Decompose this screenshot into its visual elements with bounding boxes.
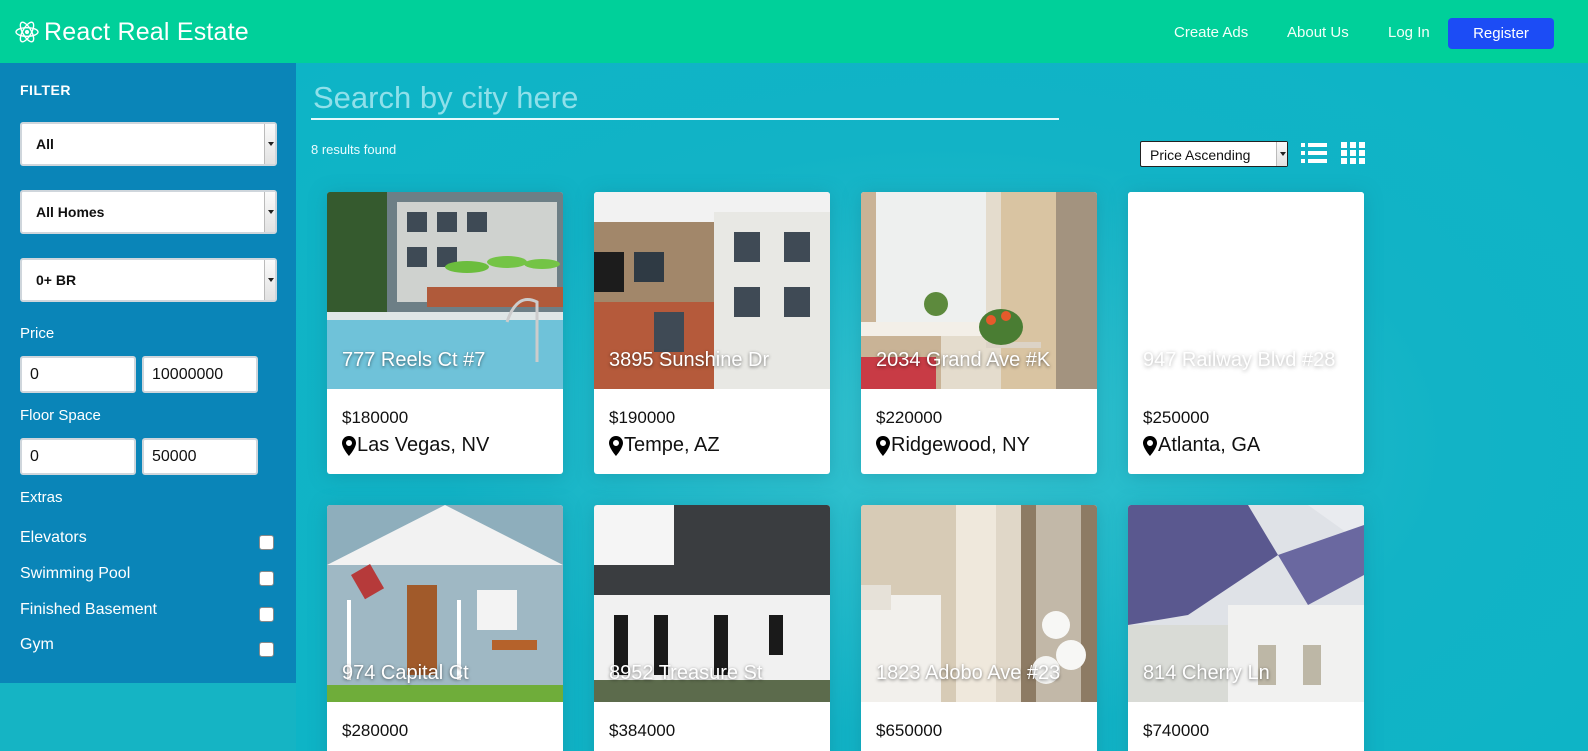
- sort-select-value: Price Ascending: [1150, 147, 1251, 163]
- price-label: Price: [20, 325, 55, 342]
- brand-title: React Real Estate: [44, 17, 249, 46]
- finished-basement-checkbox[interactable]: [259, 607, 274, 622]
- listing-card[interactable]: 2034 Grand Ave #K $220000 Ridgewood, NY: [861, 192, 1097, 474]
- floor-max-input[interactable]: 50000: [142, 438, 258, 475]
- listing-location-text: Ridgewood, NY: [891, 434, 1030, 456]
- listing-address: 2034 Grand Ave #K: [876, 349, 1051, 371]
- dropdown-arrow-icon: [264, 260, 275, 300]
- extras-label: Extras: [20, 489, 63, 506]
- listing-address: 1823 Adobo Ave #23: [876, 662, 1061, 684]
- dropdown-arrow-icon: [264, 192, 275, 232]
- nav-create-ads[interactable]: Create Ads: [1174, 24, 1248, 41]
- react-logo-icon: [15, 21, 39, 43]
- swimming-pool-checkbox[interactable]: [259, 571, 274, 586]
- listing-location: Atlanta, GA: [1143, 434, 1260, 457]
- listing-card[interactable]: 974 Capital Ct $280000: [327, 505, 563, 751]
- city-search-input[interactable]: Search by city here: [311, 80, 1059, 120]
- listing-address: 947 Railway Blvd #28: [1143, 349, 1336, 371]
- map-marker-icon: [876, 435, 890, 456]
- list-view-icon[interactable]: [1301, 141, 1327, 165]
- bedrooms-select[interactable]: 0+ BR: [20, 258, 277, 302]
- sort-select[interactable]: Price Ascending: [1140, 141, 1288, 167]
- listing-price: $250000: [1143, 408, 1210, 427]
- listing-card[interactable]: 3895 Sunshine Dr $190000 Tempe, AZ: [594, 192, 830, 474]
- listing-card[interactable]: 947 Railway Blvd #28 $250000 Atlanta, GA: [1128, 192, 1364, 474]
- map-marker-icon: [609, 435, 623, 456]
- listing-address: 974 Capital Ct: [342, 662, 469, 684]
- listing-address: 8952 Treasure St: [609, 662, 763, 684]
- extra-elevators-row: Elevators: [20, 529, 274, 553]
- home-type-select-value: All Homes: [36, 204, 105, 220]
- listing-address: 777 Reels Ct #7: [342, 349, 486, 371]
- listing-location: Ridgewood, NY: [876, 434, 1030, 457]
- brand[interactable]: React Real Estate: [14, 16, 249, 48]
- filter-sidebar: FILTER All All Homes 0+ BR Price 0 10000…: [0, 63, 296, 683]
- nav-log-in[interactable]: Log In: [1388, 24, 1430, 41]
- listing-price: $384000: [609, 721, 676, 740]
- grid-view-icon[interactable]: [1340, 141, 1366, 165]
- nav-about-us[interactable]: About Us: [1287, 24, 1349, 41]
- listing-card[interactable]: 814 Cherry Ln $740000: [1128, 505, 1364, 751]
- listing-card[interactable]: 8952 Treasure St $384000: [594, 505, 830, 751]
- listing-price: $650000: [876, 721, 943, 740]
- map-marker-icon: [1143, 435, 1157, 456]
- extra-label: Elevators: [20, 529, 87, 546]
- gym-checkbox[interactable]: [259, 642, 274, 657]
- top-navbar: React Real Estate Create Ads About Us Lo…: [0, 0, 1588, 63]
- floor-space-label: Floor Space: [20, 407, 101, 424]
- type-select-value: All: [36, 136, 54, 152]
- price-max-input[interactable]: 10000000: [142, 356, 258, 393]
- extra-finished-basement-row: Finished Basement: [20, 601, 274, 625]
- listing-price: $190000: [609, 408, 676, 427]
- results-count: 8 results found: [311, 142, 397, 157]
- filter-title: FILTER: [20, 82, 71, 98]
- listing-price: $220000: [876, 408, 943, 427]
- bedrooms-select-value: 0+ BR: [36, 272, 77, 288]
- listing-price: $740000: [1143, 721, 1210, 740]
- elevators-checkbox[interactable]: [259, 535, 274, 550]
- register-button[interactable]: Register: [1448, 18, 1554, 49]
- listing-location-text: Tempe, AZ: [624, 434, 720, 456]
- listing-location: Las Vegas, NV: [342, 434, 489, 457]
- dropdown-arrow-icon: [1276, 142, 1287, 166]
- type-select[interactable]: All: [20, 122, 277, 166]
- extra-label: Swimming Pool: [20, 565, 131, 582]
- listing-card[interactable]: 777 Reels Ct #7 $180000 Las Vegas, NV: [327, 192, 563, 474]
- extra-gym-row: Gym: [20, 636, 274, 660]
- listing-price: $280000: [342, 721, 409, 740]
- floor-min-input[interactable]: 0: [20, 438, 136, 475]
- dropdown-arrow-icon: [264, 124, 275, 164]
- extra-label: Gym: [20, 636, 54, 653]
- listing-location: Tempe, AZ: [609, 434, 720, 457]
- price-min-input[interactable]: 0: [20, 356, 136, 393]
- listing-address: 814 Cherry Ln: [1143, 662, 1270, 684]
- listing-location-text: Atlanta, GA: [1158, 434, 1261, 456]
- extra-swimming-pool-row: Swimming Pool: [20, 565, 274, 589]
- extra-label: Finished Basement: [20, 601, 157, 618]
- home-type-select[interactable]: All Homes: [20, 190, 277, 234]
- map-marker-icon: [342, 435, 356, 456]
- listing-location-text: Las Vegas, NV: [357, 434, 490, 456]
- listing-address: 3895 Sunshine Dr: [609, 349, 770, 371]
- listing-card[interactable]: 1823 Adobo Ave #23 $650000: [861, 505, 1097, 751]
- listing-price: $180000: [342, 408, 409, 427]
